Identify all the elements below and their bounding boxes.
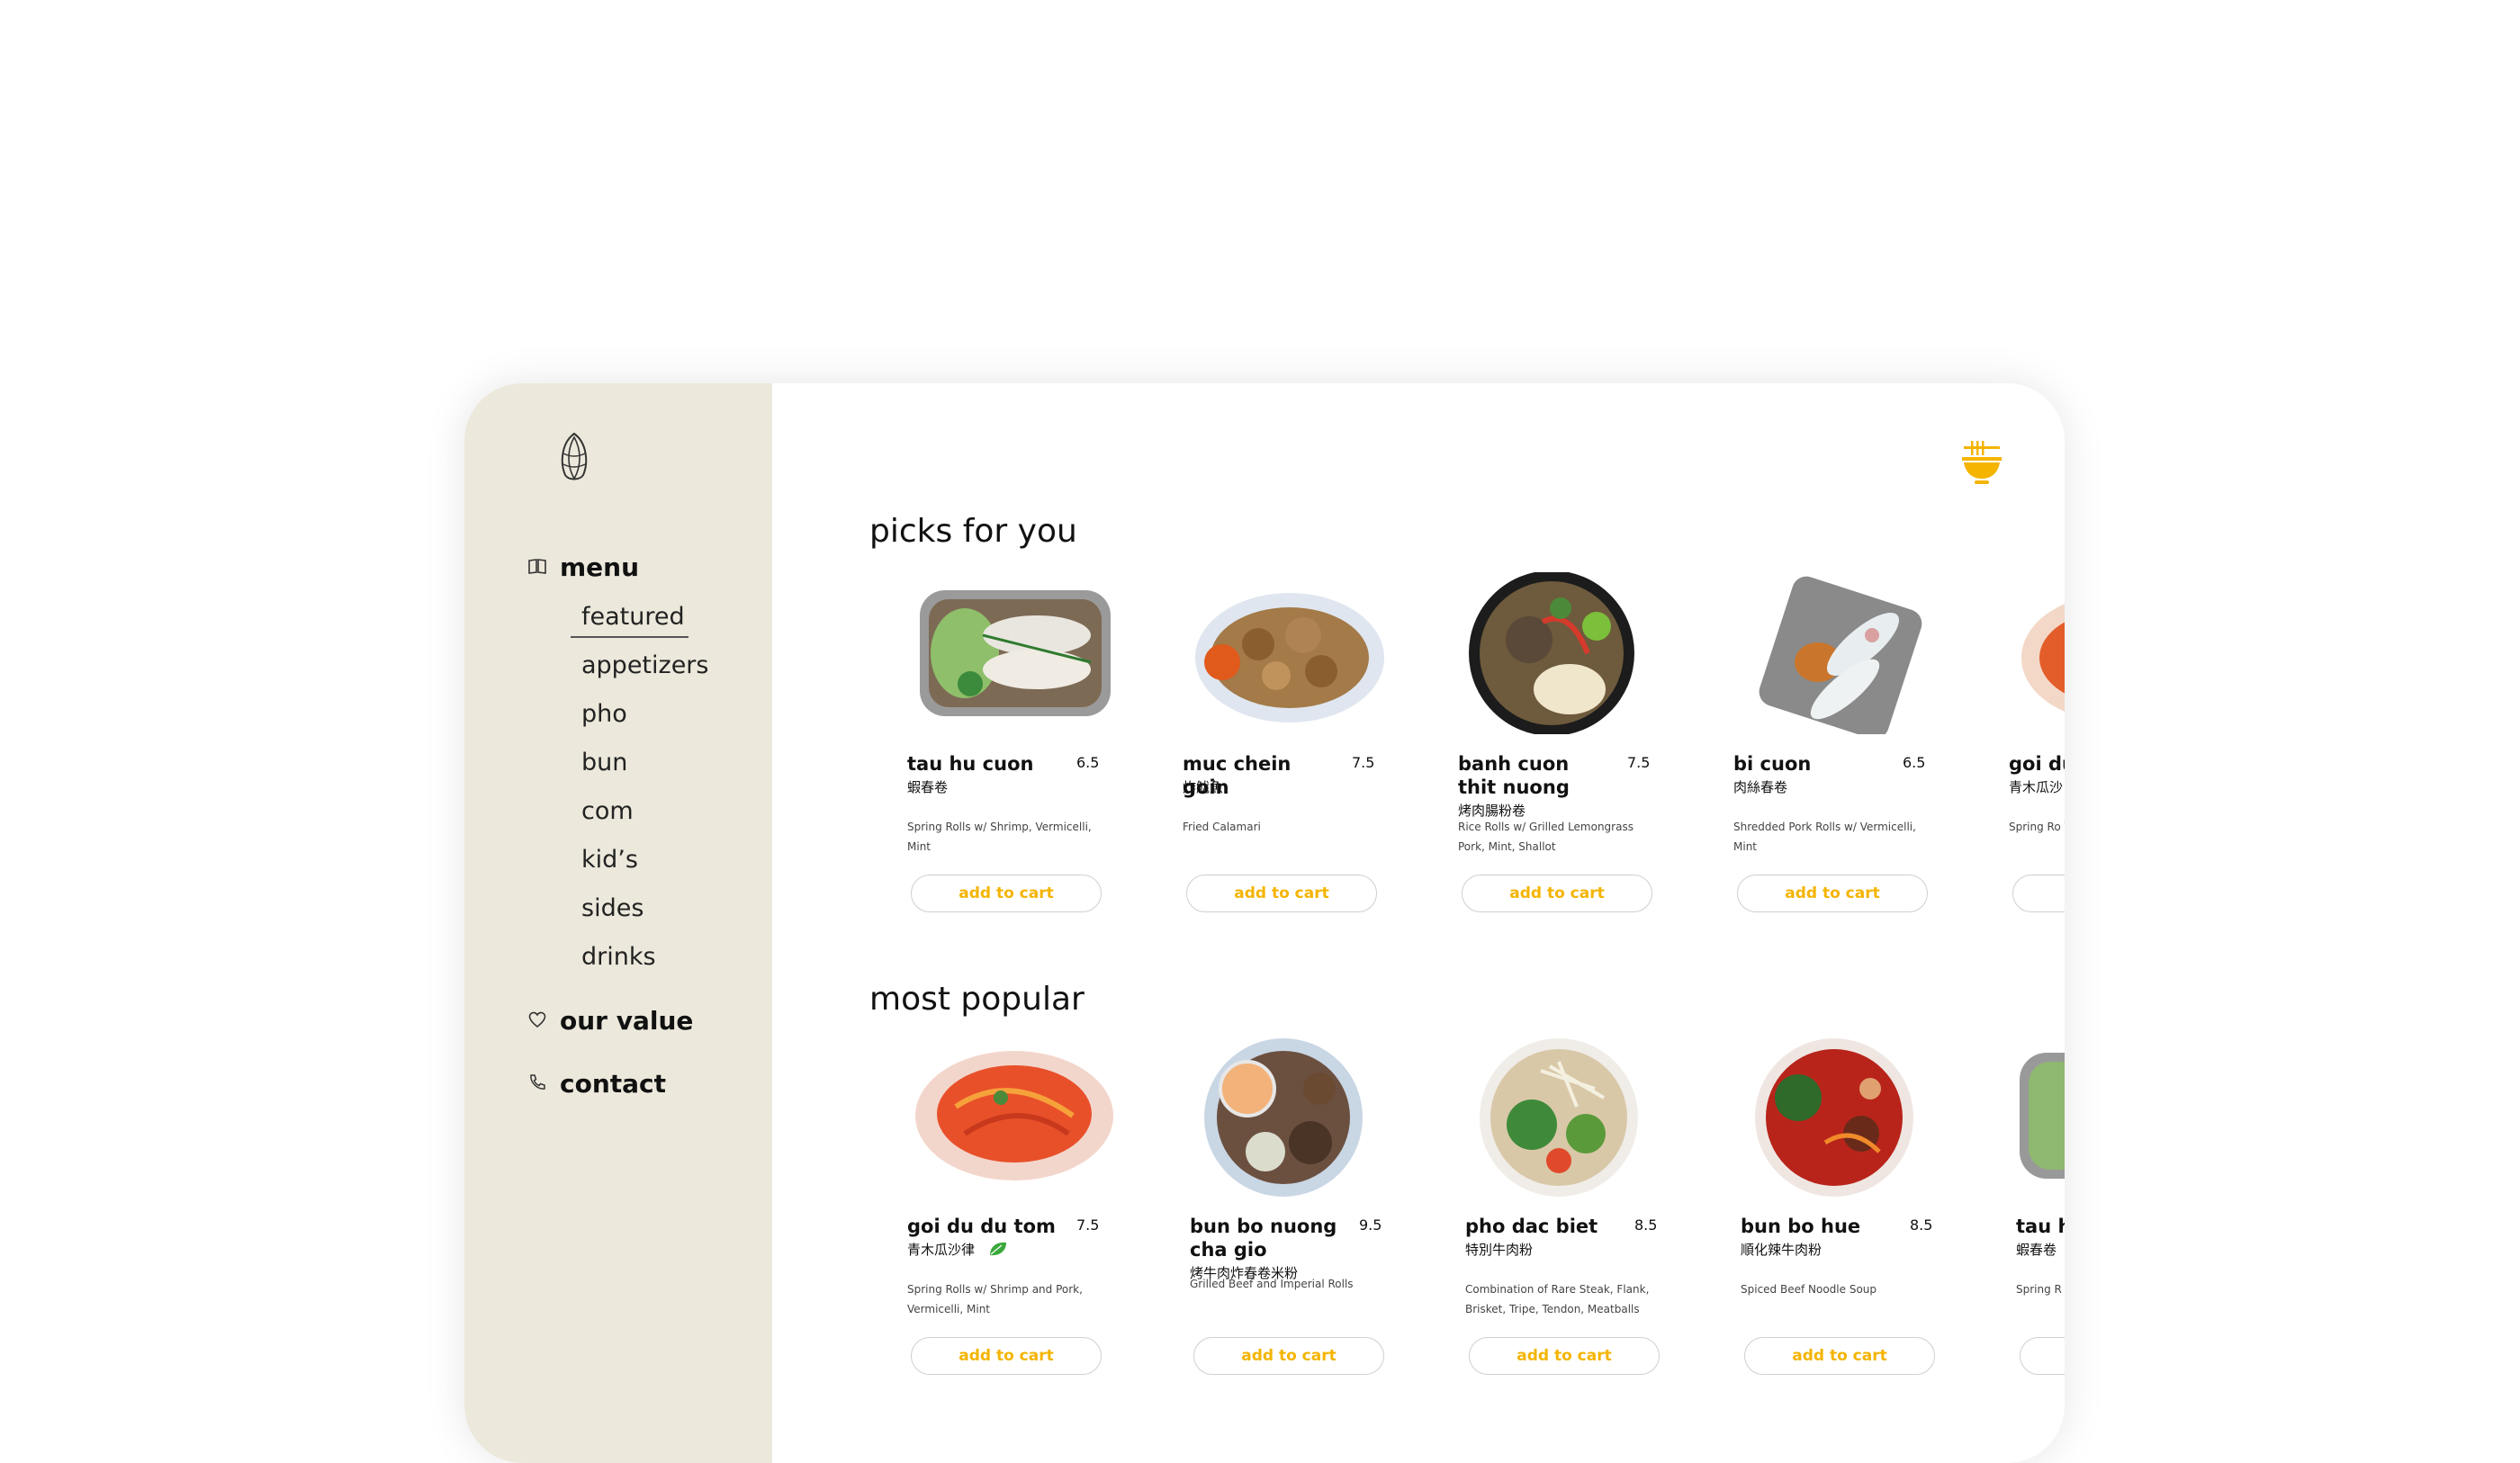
menu-card: tau hu cuon 6.5 蝦春卷 Spring Rolls w/ Shri…: [907, 572, 1123, 932]
nav-item-featured[interactable]: featured: [571, 603, 688, 638]
dish-name: tau h: [2016, 1216, 2065, 1237]
dish-description: Spring Rolls w/ Shrimp and Pork, Vermice…: [907, 1283, 1083, 1315]
heart-icon: [527, 1006, 547, 1036]
nav-menu[interactable]: menu: [527, 552, 639, 582]
dish-description: Spring R Mint: [2016, 1283, 2065, 1296]
dish-image[interactable]: [911, 1035, 1118, 1197]
dish-chinese-name: 炸魷魚: [1183, 779, 1224, 795]
lotus-logo-icon[interactable]: [556, 430, 592, 488]
section-title-picks: picks for you: [869, 513, 1077, 550]
noodle-bowl-cart-icon[interactable]: [1958, 439, 2005, 486]
dish-price: 8.5: [1910, 1216, 1933, 1234]
dish-image[interactable]: [1469, 1035, 1676, 1197]
dish-price: 7.5: [1076, 1216, 1100, 1234]
dish-image[interactable]: [2020, 1035, 2065, 1197]
nav-our-value[interactable]: our value: [527, 1006, 693, 1036]
dish-description: Grilled Beef and Imperial Rolls: [1190, 1278, 1354, 1290]
nav-our-value-label: our value: [560, 1006, 694, 1036]
add-to-cart-button[interactable]: add to cart: [1462, 875, 1652, 912]
dish-chinese-name: 特別牛肉粉: [1465, 1242, 1534, 1258]
add-to-cart-button[interactable]: [2012, 875, 2065, 912]
menu-card: bi cuon 6.5 肉絲春卷 Shredded Pork Rolls w/ …: [1733, 572, 1949, 932]
popular-row: goi du du tom 7.5 青木瓜沙律 Spring Rolls w/ …: [772, 1035, 2065, 1395]
dish-image[interactable]: [1186, 572, 1393, 734]
dish-name: pho dac biet: [1465, 1216, 1598, 1237]
dish-chinese-name: 青木瓜沙: [2009, 779, 2064, 795]
nav-item-sides[interactable]: sides: [581, 894, 644, 922]
dish-image[interactable]: [1462, 570, 1669, 736]
dish-description: Rice Rolls w/ Grilled Lemongrass Pork, M…: [1458, 821, 1634, 853]
dish-description: Spiced Beef Noodle Soup: [1741, 1283, 1877, 1296]
menu-card: tau h 蝦春卷 Spring R Mint: [2016, 1035, 2065, 1395]
nav-menu-label: menu: [560, 552, 640, 582]
section-title-popular: most popular: [869, 981, 1084, 1018]
dish-description: Spring Ro Vermicelli: [2009, 821, 2065, 833]
add-to-cart-button[interactable]: add to cart: [911, 875, 1102, 912]
dish-image[interactable]: [1744, 1035, 1951, 1197]
main-content: picks for you tau hu cuon 6.5 蝦春卷 Spring…: [772, 383, 2065, 1463]
dish-description: Spring Rolls w/ Shrimp, Vermicelli, Mint: [907, 821, 1092, 853]
dish-image[interactable]: [1193, 1035, 1400, 1197]
menu-card: muc chein goin 7.5 炸魷魚 Fried Calamari ad…: [1183, 572, 1399, 932]
dish-chinese-name: 蝦春卷: [907, 779, 949, 795]
phone-icon: [527, 1069, 547, 1099]
add-to-cart-button[interactable]: [2020, 1337, 2065, 1375]
dish-price: 7.5: [1352, 754, 1375, 771]
dish-name: goi du du tom: [907, 1216, 1056, 1237]
nav-item-bun[interactable]: bun: [581, 749, 627, 776]
dish-name: bi cuon: [1733, 753, 1812, 775]
nav-contact-label: contact: [560, 1069, 667, 1099]
add-to-cart-button[interactable]: add to cart: [1737, 875, 1928, 912]
dish-price: 9.5: [1359, 1216, 1382, 1234]
dish-price: 8.5: [1634, 1216, 1658, 1234]
dish-name: goi du: [2009, 753, 2065, 775]
menu-card: banh cuon thit nuong 7.5 烤肉腸粉卷 Rice Roll…: [1458, 570, 1674, 932]
picks-row: tau hu cuon 6.5 蝦春卷 Spring Rolls w/ Shri…: [772, 570, 2065, 932]
dish-chinese-name-text: 青木瓜沙律: [907, 1242, 976, 1258]
dish-price: 6.5: [1076, 754, 1100, 771]
leaf-icon: [988, 1241, 1008, 1261]
dish-image[interactable]: [911, 572, 1118, 734]
add-to-cart-button[interactable]: add to cart: [1193, 1337, 1384, 1375]
add-to-cart-button[interactable]: add to cart: [1744, 1337, 1935, 1375]
dish-image[interactable]: [1737, 572, 1944, 740]
add-to-cart-button[interactable]: add to cart: [911, 1337, 1102, 1375]
add-to-cart-button[interactable]: add to cart: [1186, 875, 1377, 912]
menu-card: goi du du tom 7.5 青木瓜沙律 Spring Rolls w/ …: [907, 1035, 1123, 1395]
nav-item-com[interactable]: com: [581, 797, 634, 825]
dish-price: 6.5: [1903, 754, 1926, 771]
menu-card: bun bo hue 8.5 順化辣牛肉粉 Spiced Beef Noodle…: [1741, 1035, 1957, 1395]
menu-card: pho dac biet 8.5 特別牛肉粉 Combination of Ra…: [1465, 1035, 1681, 1395]
add-to-cart-button[interactable]: add to cart: [1469, 1337, 1660, 1375]
dish-name: banh cuon thit nuong: [1458, 753, 1570, 798]
nav-item-kids[interactable]: kid’s: [581, 846, 638, 874]
dish-name: tau hu cuon: [907, 753, 1034, 775]
dish-description: Shredded Pork Rolls w/ Vermicelli, Mint: [1733, 821, 1916, 853]
dish-description: Fried Calamari: [1183, 821, 1261, 833]
dish-price: 7.5: [1627, 754, 1651, 771]
menu-card: goi du 青木瓜沙 Spring Ro Vermicelli: [2009, 572, 2065, 932]
dish-image[interactable]: [2012, 572, 2065, 734]
nav-item-appetizers[interactable]: appetizers: [581, 651, 708, 679]
dish-chinese-name: 蝦春卷: [2016, 1242, 2057, 1258]
book-icon: [527, 552, 547, 582]
nav-contact[interactable]: contact: [527, 1069, 666, 1099]
menu-card: bun bo nuong cha gio 9.5 烤牛肉炸春卷米粉 Grille…: [1190, 1035, 1406, 1395]
app-window: menu featured appetizers pho bun com kid…: [464, 383, 2065, 1463]
dish-name: bun bo hue: [1741, 1216, 1861, 1237]
dish-chinese-name: 青木瓜沙律: [907, 1240, 1008, 1261]
dish-chinese-name: 肉絲春卷: [1733, 779, 1788, 795]
nav-item-drinks[interactable]: drinks: [581, 943, 656, 971]
dish-name: bun bo nuong cha gio: [1190, 1216, 1337, 1261]
nav-item-pho[interactable]: pho: [581, 700, 627, 728]
dish-chinese-name: 順化辣牛肉粉: [1741, 1242, 1822, 1258]
sidebar: menu featured appetizers pho bun com kid…: [464, 383, 772, 1463]
dish-description: Combination of Rare Steak, Flank, Briske…: [1465, 1283, 1650, 1315]
